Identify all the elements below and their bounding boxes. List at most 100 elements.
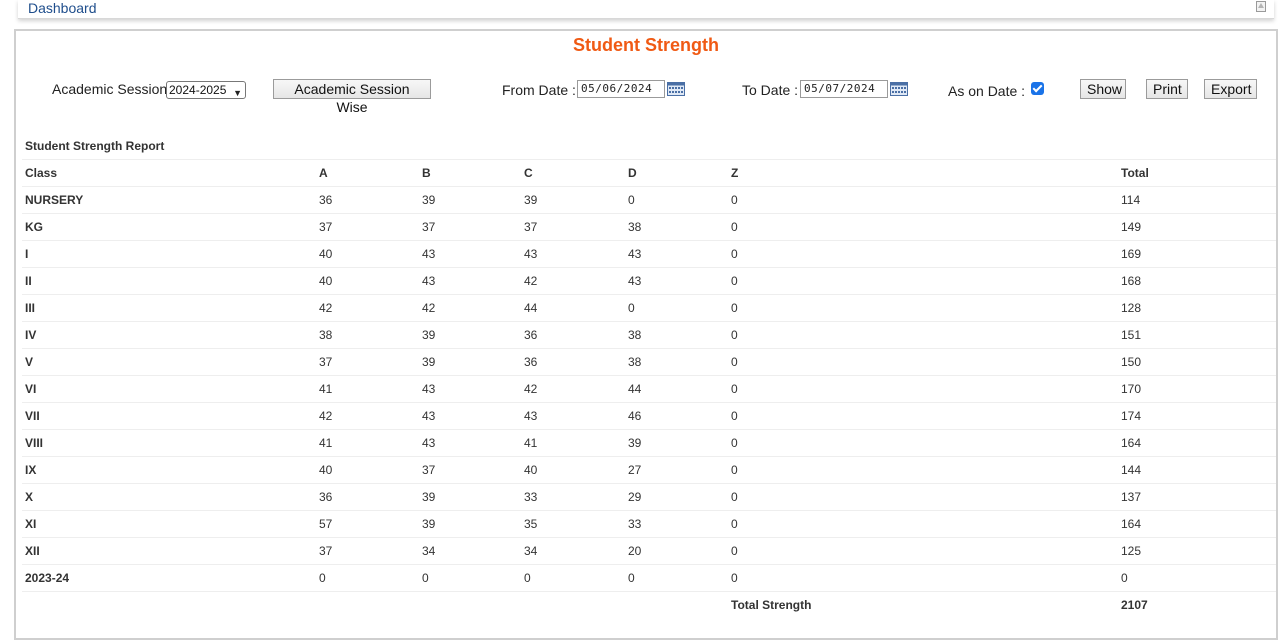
dashboard-bar: Dashboard [18,0,1274,19]
value-cell: 35 [521,510,625,538]
empty-cell [316,591,419,618]
value-cell: 0 [728,213,1118,241]
class-name-cell: NURSERY [22,186,316,214]
value-cell: 0 [316,564,419,592]
value-cell: 43 [625,267,728,295]
value-cell: 42 [521,267,625,295]
value-cell: 38 [625,213,728,241]
total-strength-value: 2107 [1118,591,1276,618]
from-date-input[interactable]: 05/06/2024 [577,80,665,98]
academic-session-select[interactable]: 2024-2025 ▼ [166,81,246,99]
value-cell: 33 [521,483,625,511]
value-cell: 39 [419,186,521,214]
table-row: XII 37 34 34 20 0 125 [22,537,1276,565]
value-cell: 0 [625,186,728,214]
value-cell: 0 [625,294,728,322]
table-row: III 42 42 44 0 0 128 [22,294,1276,322]
empty-cell [521,591,625,618]
value-cell: 38 [625,348,728,376]
academic-session-wise-button[interactable]: Academic Session Wise [273,79,431,115]
value-cell: 41 [316,375,419,403]
value-cell: 0 [728,294,1118,322]
value-cell: 42 [419,294,521,322]
value-cell: 0 [625,564,728,592]
class-name-cell: I [22,240,316,268]
value-cell: 36 [521,348,625,376]
table-row: VIII 41 43 41 39 0 164 [22,429,1276,457]
class-name-cell: II [22,267,316,295]
table-row: VI 41 43 42 44 0 170 [22,375,1276,403]
value-cell: 0 [728,240,1118,268]
value-cell: 137 [1118,483,1276,511]
value-cell: 39 [419,321,521,349]
value-cell: 37 [419,213,521,241]
value-cell: 144 [1118,456,1276,484]
value-cell: 38 [316,321,419,349]
calendar-icon[interactable] [667,82,685,96]
value-cell: 41 [521,429,625,457]
value-cell: 38 [625,321,728,349]
value-cell: 43 [419,429,521,457]
value-cell: 39 [419,348,521,376]
value-cell: 43 [419,240,521,268]
table-row: V 37 39 36 38 0 150 [22,348,1276,376]
value-cell: 0 [728,348,1118,376]
value-cell: 0 [728,564,1118,592]
total-row: Total Strength 2107 [22,591,1276,618]
value-cell: 39 [625,429,728,457]
value-cell: 40 [316,267,419,295]
class-name-cell: KG [22,213,316,241]
calendar-icon[interactable] [890,82,908,96]
value-cell: 0 [1118,564,1276,592]
export-button[interactable]: Export [1204,79,1257,99]
value-cell: 42 [521,375,625,403]
value-cell: 164 [1118,429,1276,457]
table-row: KG 37 37 37 38 0 149 [22,213,1276,241]
as-on-date-label: As on Date : [948,83,1026,99]
value-cell: 128 [1118,294,1276,322]
value-cell: 33 [625,510,728,538]
value-cell: 34 [521,537,625,565]
class-name-cell: V [22,348,316,376]
table-row: NURSERY 36 39 39 0 0 114 [22,186,1276,214]
table-row: X 36 39 33 29 0 137 [22,483,1276,511]
show-button[interactable]: Show [1080,79,1126,99]
value-cell: 125 [1118,537,1276,565]
value-cell: 42 [316,402,419,430]
value-cell: 0 [728,456,1118,484]
class-name-cell: III [22,294,316,322]
value-cell: 40 [521,456,625,484]
collapse-toggle-icon[interactable] [1256,1,1266,12]
value-cell: 37 [316,537,419,565]
as-on-date-checkbox[interactable] [1031,82,1044,95]
empty-cell [22,591,316,618]
value-cell: 36 [316,186,419,214]
column-header: Total [1118,159,1276,187]
value-cell: 0 [728,429,1118,457]
table-row: IV 38 39 36 38 0 151 [22,321,1276,349]
value-cell: 164 [1118,510,1276,538]
value-cell: 168 [1118,267,1276,295]
value-cell: 114 [1118,186,1276,214]
value-cell: 150 [1118,348,1276,376]
value-cell: 43 [521,240,625,268]
column-header: A [316,159,419,187]
student-strength-table: Student Strength Report Class A B C D Z … [22,133,1276,618]
value-cell: 41 [316,429,419,457]
column-header: B [419,159,521,187]
dashboard-title[interactable]: Dashboard [28,0,97,16]
print-button[interactable]: Print [1146,79,1188,99]
to-date-input[interactable]: 05/07/2024 [800,80,888,98]
class-name-cell: X [22,483,316,511]
value-cell: 0 [728,483,1118,511]
class-name-cell: VIII [22,429,316,457]
value-cell: 57 [316,510,419,538]
class-name-cell: IX [22,456,316,484]
value-cell: 40 [316,240,419,268]
value-cell: 34 [419,537,521,565]
value-cell: 39 [419,483,521,511]
column-header: Z [728,159,1118,187]
value-cell: 43 [521,402,625,430]
value-cell: 46 [625,402,728,430]
value-cell: 0 [728,267,1118,295]
